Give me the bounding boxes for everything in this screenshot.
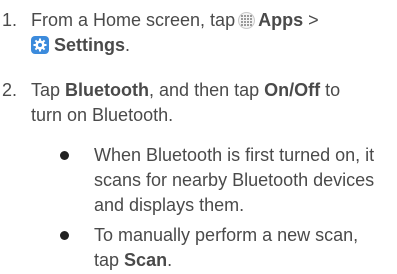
step-2-text-2: , and then tap bbox=[149, 80, 260, 100]
step-1-body: From a Home screen, tap Apps > Settings. bbox=[31, 8, 392, 58]
apps-grid-icon bbox=[238, 12, 256, 29]
bullet-1-text: When Bluetooth is first turned on, it sc… bbox=[94, 143, 390, 218]
bullet-1-line-2: scans for nearby Bluetooth devices bbox=[94, 170, 375, 190]
bluetooth-label: Bluetooth bbox=[65, 80, 150, 100]
step-2: 2. Tap Bluetooth, and then tap On/Off to… bbox=[2, 78, 392, 130]
step-1: 1. From a Home screen, tap Apps > Settin… bbox=[2, 8, 392, 60]
step-2-body: Tap Bluetooth, and then tap On/Off to tu… bbox=[31, 78, 392, 128]
scan-label: Scan bbox=[124, 250, 168, 270]
bullet-dot bbox=[60, 231, 69, 240]
step-2-text-3: to bbox=[325, 80, 341, 100]
instructions-document: 1. From a Home screen, tap Apps > Settin… bbox=[0, 0, 397, 274]
bullet-1-line-3: and displays them. bbox=[94, 195, 245, 215]
step-number: 1. bbox=[2, 10, 18, 30]
step-1-line-2: Settings. bbox=[31, 33, 392, 58]
bullet-item-2: To manually perform a new scan, tap Scan… bbox=[60, 223, 390, 273]
on-off-label: On/Off bbox=[264, 80, 321, 100]
scan-suffix: . bbox=[167, 250, 173, 270]
settings-suffix: . bbox=[125, 35, 131, 55]
step-2-line-1: Tap Bluetooth, and then tap On/Off to bbox=[31, 78, 392, 103]
step-number: 2. bbox=[2, 80, 18, 100]
step-2-line-2: turn on Bluetooth. bbox=[31, 105, 174, 125]
bullet-2-line-2: tap Scan. bbox=[94, 248, 390, 273]
bullet-1-line-1: When Bluetooth is first turned on, it bbox=[94, 145, 375, 165]
bullet-item-1: When Bluetooth is first turned on, it sc… bbox=[60, 143, 390, 218]
apps-label: Apps bbox=[258, 10, 304, 30]
settings-label: Settings bbox=[54, 35, 126, 55]
step-1-text: From a Home screen, tap bbox=[31, 10, 236, 30]
bullet-2-text: tap bbox=[94, 250, 120, 270]
path-separator: > bbox=[308, 10, 319, 30]
bullet-dot bbox=[60, 151, 69, 160]
step-1-line-1: From a Home screen, tap Apps > bbox=[31, 8, 392, 33]
settings-gear-icon bbox=[31, 36, 49, 54]
step-2-text-1: Tap bbox=[31, 80, 61, 100]
bullet-2-line-1: To manually perform a new scan, bbox=[94, 225, 359, 245]
bullet-2-text: To manually perform a new scan, tap Scan… bbox=[94, 223, 390, 273]
